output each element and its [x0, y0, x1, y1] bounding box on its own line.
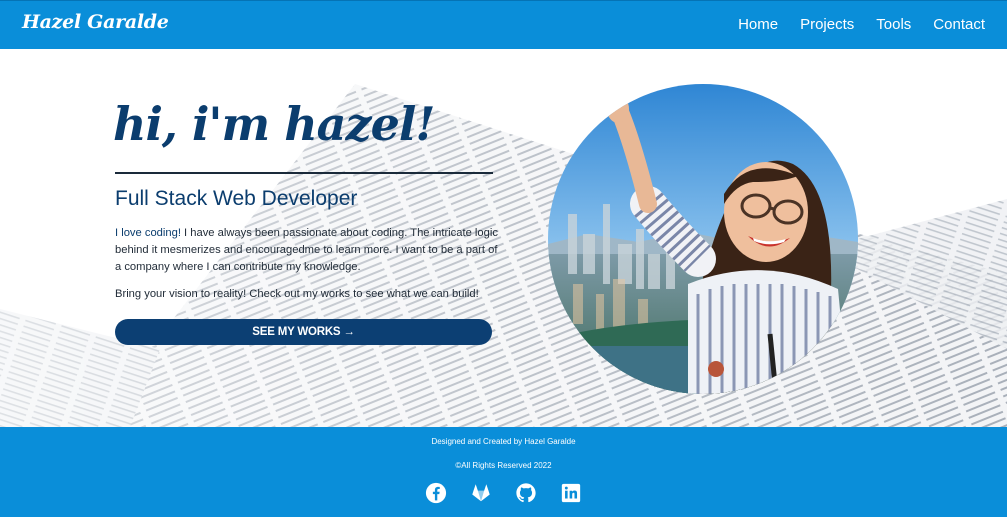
gitlab-icon[interactable]: [470, 482, 492, 504]
arrow-right-icon: →: [343, 326, 355, 338]
nav-links: Home Projects Tools Contact: [738, 16, 985, 33]
hero-subtitle: Full Stack Web Developer: [115, 187, 358, 210]
nav-home-link[interactable]: Home: [738, 16, 778, 33]
hero-title: hi, i'm hazel!: [113, 97, 435, 151]
see-my-works-label: SEE MY WORKS: [252, 326, 341, 338]
brand-logo[interactable]: Hazel Garalde: [22, 11, 169, 33]
navbar: Hazel Garalde Home Projects Tools Contac…: [0, 0, 1007, 49]
social-links: [0, 482, 1007, 504]
title-divider: [115, 172, 493, 174]
footer: Designed and Created by Hazel Garalde ©A…: [0, 427, 1007, 517]
intro-paragraph: I love coding! I have always been passio…: [115, 225, 505, 276]
nav-tools-link[interactable]: Tools: [876, 16, 911, 33]
nav-contact-link[interactable]: Contact: [933, 16, 985, 33]
cta-paragraph: Bring your vision to reality! Check out …: [115, 288, 479, 300]
github-icon[interactable]: [515, 482, 537, 504]
profile-photo-image: [548, 84, 858, 394]
footer-copyright: ©All Rights Reserved 2022: [455, 461, 552, 470]
linkedin-icon[interactable]: [560, 482, 582, 504]
facebook-icon[interactable]: [425, 482, 447, 504]
intro-highlight: I love coding!: [115, 227, 181, 239]
nav-projects-link[interactable]: Projects: [800, 16, 854, 33]
profile-photo: [548, 84, 858, 394]
hero-section: hi, i'm hazel! Full Stack Web Developer …: [0, 49, 1007, 427]
see-my-works-button[interactable]: SEE MY WORKS →: [115, 319, 492, 345]
footer-credit: Designed and Created by Hazel Garalde: [431, 437, 576, 446]
